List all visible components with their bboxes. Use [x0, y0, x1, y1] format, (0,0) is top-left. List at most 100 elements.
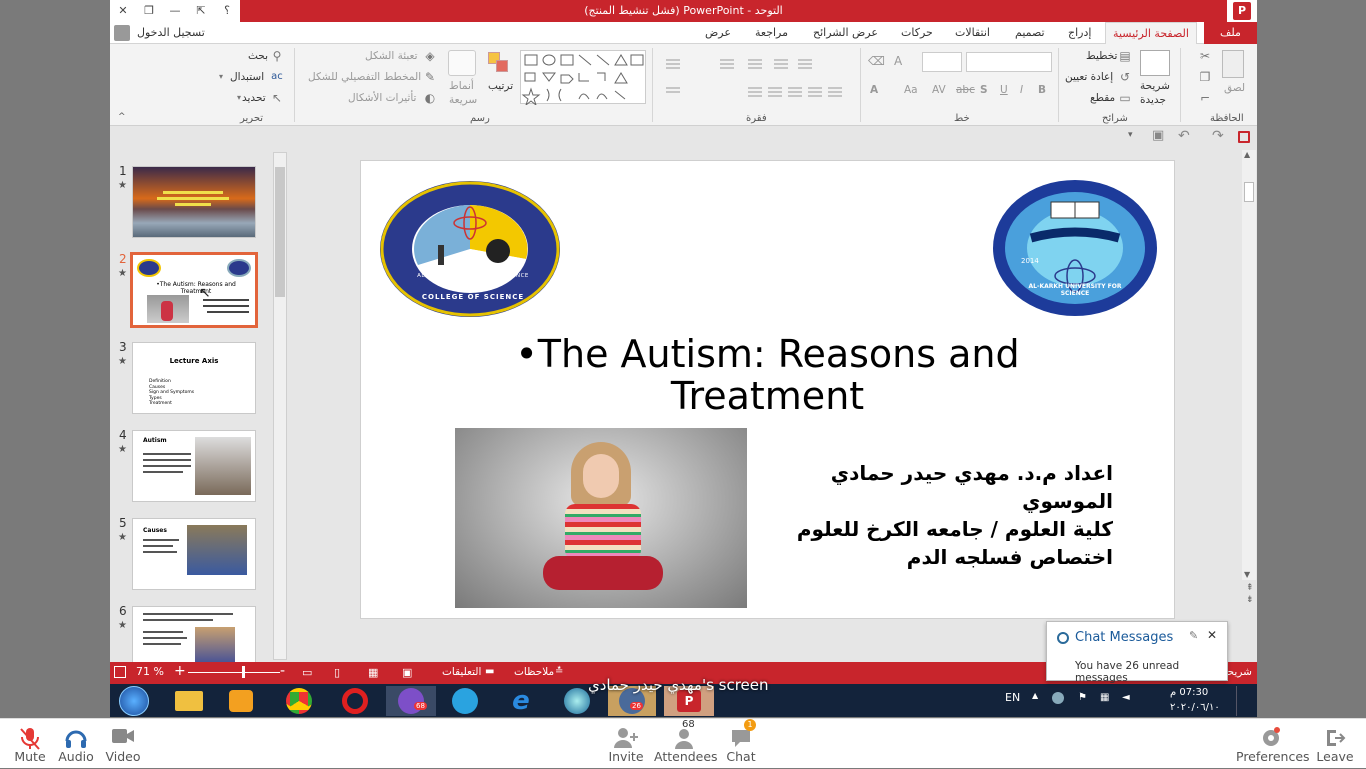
slide-thumbnail-4[interactable]: Autism	[132, 430, 256, 502]
slide-scrollbar[interactable]: ▲ ▼	[1242, 150, 1256, 580]
reset-button[interactable]: إعادة تعيين	[1065, 71, 1113, 83]
scroll-up-icon[interactable]: ▲	[1244, 150, 1250, 159]
tab-view[interactable]: عرض	[705, 22, 731, 44]
prev-next-slide-icon[interactable]: ⇞ ⇟	[1246, 582, 1254, 606]
mute-button[interactable]: Mute	[8, 719, 52, 769]
font-size-dropdown[interactable]	[922, 52, 962, 72]
section-button[interactable]: مقطع	[1090, 92, 1115, 104]
font-grow-icon[interactable]: A	[894, 54, 904, 70]
replace-button[interactable]: استبدال	[230, 71, 264, 83]
font-color-button[interactable]: A	[870, 84, 878, 96]
shadow-button[interactable]: S	[980, 84, 988, 96]
tab-file[interactable]: ملف	[1204, 22, 1257, 44]
slide-thumbnail-5[interactable]: Causes	[132, 518, 256, 590]
zoom-out-icon[interactable]: -	[280, 663, 285, 679]
taskbar-opera[interactable]	[334, 686, 376, 716]
signin-link[interactable]: تسجيل الدخول	[137, 22, 205, 44]
audio-button[interactable]: Audio	[56, 719, 96, 769]
tab-design[interactable]: تصميم	[1015, 22, 1045, 44]
preferences-button[interactable]: Preferences	[1236, 719, 1310, 769]
customize-qa-icon[interactable]: ▾	[1128, 130, 1133, 140]
bold-button[interactable]: B	[1038, 84, 1046, 96]
slide-thumbnail-6[interactable]	[132, 606, 256, 666]
strikethrough-button[interactable]: abc	[956, 84, 975, 96]
shape-outline-button[interactable]: المخطط التفصيلي للشكل	[308, 71, 421, 83]
leave-button[interactable]: Leave	[1314, 719, 1356, 769]
shape-effects-button[interactable]: تأثيرات الأشكال	[348, 92, 416, 104]
taskbar-media[interactable]	[220, 686, 262, 716]
tab-review[interactable]: مراجعة	[755, 22, 788, 44]
scroll-thumb[interactable]	[1244, 182, 1254, 202]
author-text[interactable]: اعداد م.د. مهدي حيدر حمادي الموسوي كلية …	[741, 459, 1113, 571]
quick-styles-icon[interactable]	[448, 50, 476, 76]
show-desktop-button[interactable]	[1236, 686, 1254, 716]
char-spacing-button[interactable]: AV	[932, 84, 946, 96]
scroll-thumb[interactable]	[275, 167, 285, 297]
taskbar-telegram[interactable]	[444, 686, 486, 716]
chat-button[interactable]: 1 Chat	[722, 719, 760, 769]
tab-transitions[interactable]: انتقالات	[955, 22, 990, 44]
copy-icon[interactable]: ❐	[1198, 70, 1212, 84]
slideshow-view-icon[interactable]: ▭	[302, 666, 312, 679]
volume-icon[interactable]: ◄	[1122, 692, 1130, 703]
zoom-level[interactable]: 71 %	[136, 665, 164, 678]
taskbar-explorer[interactable]	[168, 686, 210, 716]
invite-button[interactable]: Invite	[604, 719, 648, 769]
new-slide-icon[interactable]	[1140, 50, 1170, 76]
zoom-slider-thumb[interactable]	[242, 666, 245, 678]
zoom-tray-icon[interactable]	[1052, 692, 1064, 704]
slide-title[interactable]: •The Autism: Reasons and Treatment	[361, 333, 1174, 417]
scroll-down-icon[interactable]: ▼	[1244, 570, 1250, 579]
font-name-dropdown[interactable]	[966, 52, 1052, 72]
pin-icon[interactable]: ✎	[1189, 629, 1198, 642]
collapse-ribbon-icon[interactable]: ^	[118, 112, 126, 122]
find-button[interactable]: بحث	[248, 50, 268, 62]
network-icon[interactable]: ▦	[1100, 692, 1109, 703]
tray-expand-icon[interactable]: ▲	[1032, 691, 1038, 700]
undo-icon[interactable]: ↶	[1178, 128, 1190, 144]
zoom-slider[interactable]	[188, 672, 280, 673]
tab-insert[interactable]: إدراج	[1068, 22, 1091, 44]
chat-notification[interactable]: Chat Messages ✎ ✕ You have 26 unread mes…	[1046, 621, 1228, 684]
slide-canvas[interactable]: COLLEGE OF SCIENCE AL-KARKH UNIVERSITY O…	[360, 160, 1175, 619]
change-case-button[interactable]: Aa	[904, 84, 918, 96]
fit-slide-icon[interactable]	[114, 666, 126, 678]
arrange-button[interactable]: ترتيب	[488, 80, 513, 92]
clock-date[interactable]: ٢٠٢٠/٠٦/١٠	[1170, 702, 1220, 713]
shape-fill-button[interactable]: تعبئة الشكل	[365, 50, 418, 62]
comments-button[interactable]: التعليقات	[442, 666, 481, 678]
clear-formatting-icon[interactable]: ⌫	[868, 54, 886, 70]
slide-thumbnail-3[interactable]: Lecture Axis Definition Causes Sign and …	[132, 342, 256, 414]
reading-view-icon[interactable]: ▯	[334, 666, 340, 679]
presentation-icon[interactable]: ▣	[1152, 128, 1164, 143]
tab-animations[interactable]: حركات	[901, 22, 933, 44]
attendees-button[interactable]: 68 Attendees	[654, 719, 718, 769]
slide-thumbnail-1[interactable]	[132, 166, 256, 238]
clock-time[interactable]: 07:30 م	[1170, 687, 1208, 698]
tab-home[interactable]: الصفحة الرئيسية	[1105, 22, 1197, 44]
taskbar-chrome[interactable]	[278, 686, 320, 716]
save-icon[interactable]	[1238, 131, 1250, 143]
flag-icon[interactable]: ⚑	[1078, 692, 1087, 703]
language-indicator[interactable]: EN	[1005, 691, 1020, 704]
normal-view-icon[interactable]: ▣	[402, 666, 412, 679]
taskbar-ie[interactable]: e	[500, 686, 542, 716]
start-button[interactable]	[112, 686, 156, 716]
italic-button[interactable]: I	[1020, 84, 1023, 96]
layout-button[interactable]: تخطيط	[1086, 50, 1117, 62]
tab-slideshow[interactable]: عرض الشرائح	[813, 22, 878, 44]
taskbar-viber[interactable]: 68	[386, 686, 436, 716]
slide-thumbnail-2[interactable]: •The Autism: Reasons and Treatment ↖	[130, 252, 258, 328]
close-icon[interactable]: ✕	[1207, 628, 1217, 642]
format-painter-icon[interactable]: ⌐	[1198, 91, 1212, 105]
redo-icon[interactable]: ↷	[1212, 128, 1224, 144]
underline-button[interactable]: U	[1000, 84, 1008, 96]
paste-icon[interactable]	[1222, 50, 1244, 78]
shapes-gallery[interactable]	[520, 50, 646, 107]
cut-icon[interactable]: ✂	[1198, 49, 1212, 63]
thumbnails-scrollbar[interactable]	[273, 152, 287, 660]
sorter-view-icon[interactable]: ▦	[368, 666, 378, 679]
notes-button[interactable]: ملاحظات	[514, 666, 554, 678]
video-button[interactable]: Video	[102, 719, 144, 769]
zoom-in-icon[interactable]: +	[174, 663, 186, 679]
